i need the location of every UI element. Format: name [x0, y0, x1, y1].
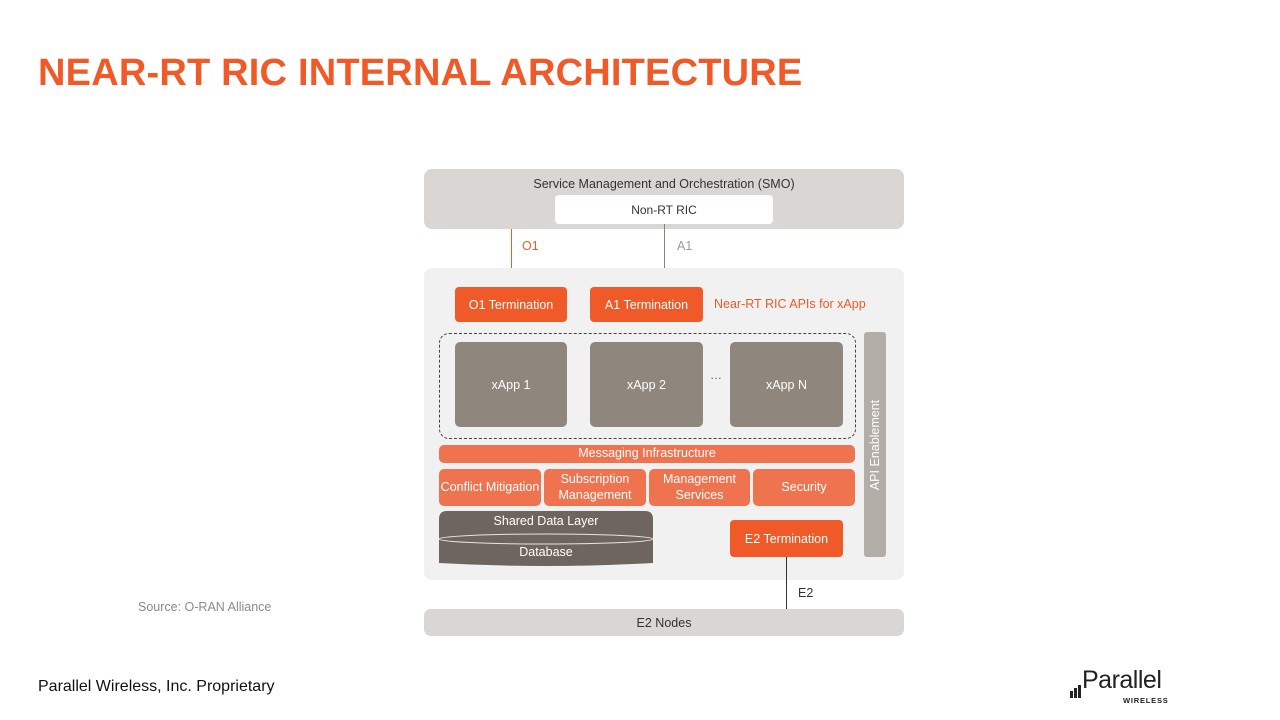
o1-link-label: O1 — [522, 239, 539, 253]
xapp-2: xApp 2 — [590, 342, 703, 427]
slide-title: NEAR-RT RIC INTERNAL ARCHITECTURE — [38, 52, 803, 94]
source-note: Source: O-RAN Alliance — [138, 600, 272, 614]
footer-text: Parallel Wireless, Inc. Proprietary — [38, 678, 275, 695]
messaging-infrastructure: Messaging Infrastructure — [439, 445, 855, 463]
xapp-n: xApp N — [730, 342, 843, 427]
non-rt-ric-box: Non-RT RIC — [555, 195, 773, 224]
shared-data-layer-label: Shared Data Layer — [493, 514, 599, 528]
management-services: Management Services — [649, 469, 750, 506]
a1-link-label: A1 — [677, 239, 693, 253]
xapp-1: xApp 1 — [455, 342, 567, 427]
a1-termination: A1 Termination — [590, 287, 703, 322]
security: Security — [753, 469, 855, 506]
logo-wordmark: Parallel — [1082, 666, 1162, 694]
conflict-mitigation: Conflict Mitigation — [439, 469, 541, 506]
smo-label: Service Management and Orchestration (SM… — [533, 177, 795, 191]
api-enablement-label: API Enablement — [868, 399, 882, 490]
o1-termination: O1 Termination — [455, 287, 567, 322]
e2-nodes: E2 Nodes — [424, 609, 904, 636]
api-enablement-label-wrap: API Enablement — [864, 332, 886, 557]
database-label: Database — [519, 545, 573, 559]
e2-link-line — [786, 557, 787, 609]
apis-label: Near-RT RIC APIs for xApp — [714, 297, 866, 311]
xapp-ellipsis: … — [710, 368, 722, 382]
subscription-management: Subscription Management — [544, 469, 646, 506]
parallel-wireless-logo: Parallel WIRELESS — [1070, 666, 1170, 708]
e2-termination: E2 Termination — [730, 520, 843, 557]
e2-link-label: E2 — [798, 586, 814, 600]
logo-subtitle: WIRELESS — [1123, 696, 1169, 705]
